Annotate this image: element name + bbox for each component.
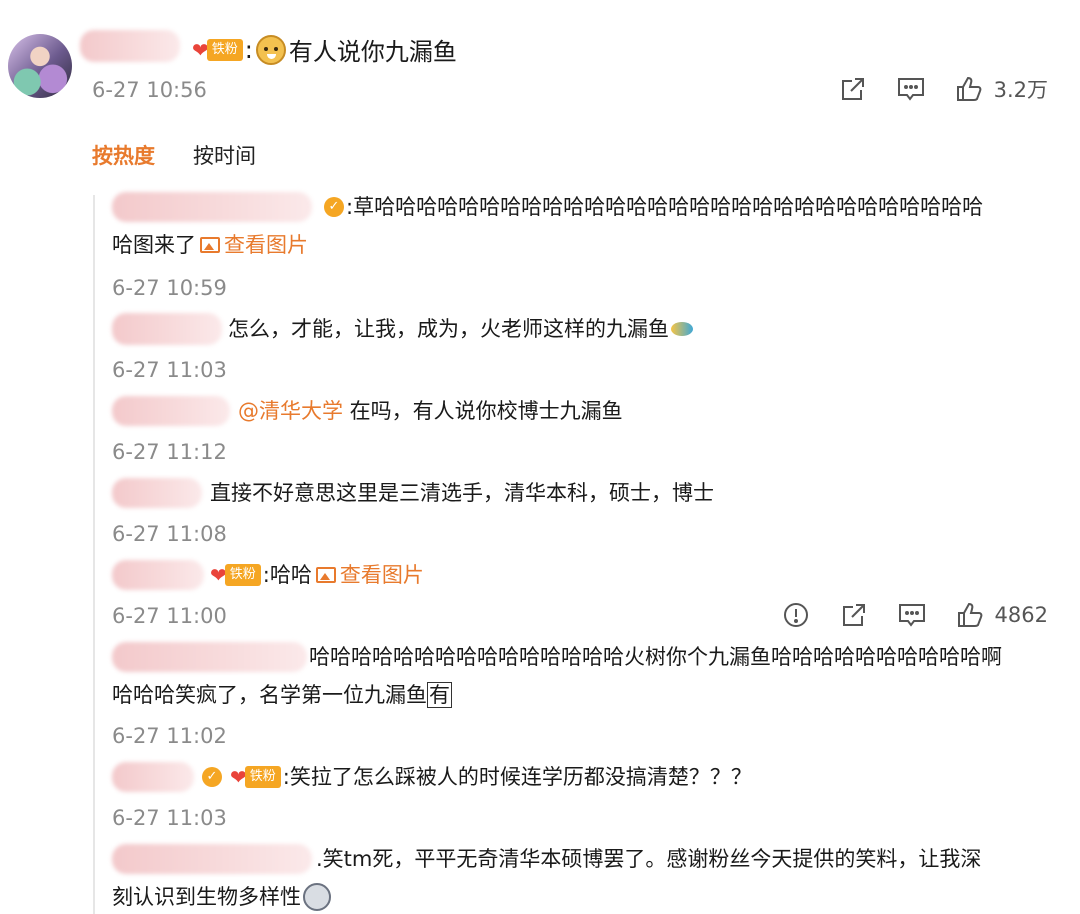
verified-icon: ✓ (324, 197, 344, 217)
reply-item: .笑tm死，平平无奇清华本硕博罢了。感谢粉丝今天提供的笑料，让我深 刻认识到生物… (112, 840, 1047, 914)
report-icon[interactable] (781, 600, 811, 630)
username-redacted[interactable] (112, 642, 307, 672)
comment-time: 6-27 10:56 (92, 78, 207, 102)
reply-text: :草哈哈哈哈哈哈哈哈哈哈哈哈哈哈哈哈哈哈哈哈哈哈哈哈哈哈哈哈哈 (346, 195, 984, 219)
reply-time: 6-27 11:08 (112, 522, 227, 546)
reply-text: :哈哈 (262, 563, 312, 587)
reply-thread-line (93, 195, 95, 914)
mention-link[interactable]: @清华大学 (238, 392, 343, 430)
tab-sort-time[interactable]: 按时间 (193, 140, 256, 170)
reply-text: 哈哈哈笑疯了，名学第一位九漏鱼 (112, 683, 427, 707)
reply-text: 哈哈哈哈哈哈哈哈哈哈哈哈哈哈哈火树你个九漏鱼哈哈哈哈哈哈哈哈哈哈啊 (309, 645, 1002, 669)
top-comment: ❤ 铁粉 : 有人说你九漏鱼 (192, 32, 457, 67)
username-redacted[interactable] (112, 560, 204, 590)
username-redacted[interactable] (112, 478, 202, 508)
sort-tabs: 按热度 按时间 (92, 140, 256, 170)
view-image-link[interactable]: 查看图片 (340, 556, 424, 594)
reply-item: ✓ ❤ 铁粉 :笑拉了怎么踩被人的时候连学历都没搞清楚？？？ (112, 758, 1047, 796)
like-count: 4862 (994, 603, 1048, 627)
reply-item: 怎么，才能，让我，成为，火老师这样的九漏鱼 (112, 310, 1047, 348)
fan-badge: ❤ 铁粉 (230, 765, 281, 789)
reply-time: 6-27 11:00 (112, 604, 227, 628)
fan-badge-label: 铁粉 (244, 766, 281, 788)
username-redacted[interactable] (112, 396, 230, 426)
reply-time: 6-27 10:59 (112, 276, 227, 300)
username-redacted[interactable] (112, 844, 312, 874)
fan-badge-label: 铁粉 (206, 38, 243, 61)
husky-emoji-icon (303, 883, 331, 911)
reply-text: .笑tm死，平平无奇清华本硕博罢了。感谢粉丝今天提供的笑料，让我深 (316, 847, 982, 871)
reply-text: 直接不好意思这里是三清选手，清华本科，硕士，博士 (210, 481, 714, 505)
reply-text: 哈图来了 (112, 233, 196, 257)
reply-item: ❤ 铁粉 :哈哈 查看图片 (112, 556, 1047, 594)
username-redacted[interactable] (112, 313, 222, 345)
fan-badge: ❤ 铁粉 (192, 38, 243, 62)
fan-badge-label: 铁粉 (224, 564, 261, 586)
image-icon (315, 567, 336, 583)
reply-time: 6-27 11:12 (112, 440, 227, 464)
verified-icon: ✓ (202, 767, 222, 787)
reply-text: 在吗，有人说你校博士九漏鱼 (343, 399, 623, 423)
comment-icon[interactable] (897, 600, 927, 630)
view-image-link[interactable]: 查看图片 (224, 226, 308, 264)
reply-time: 6-27 11:02 (112, 724, 227, 748)
like-count: 3.2万 (993, 78, 1048, 102)
reply-item: @清华大学 在吗，有人说你校博士九漏鱼 (112, 392, 1047, 430)
share-icon[interactable] (838, 74, 868, 104)
reply-item: ✓ :草哈哈哈哈哈哈哈哈哈哈哈哈哈哈哈哈哈哈哈哈哈哈哈哈哈哈哈哈哈 哈图来了 查… (112, 188, 1047, 264)
reply-text: :笑拉了怎么踩被人的时候连学历都没搞清楚？？？ (282, 765, 752, 789)
top-comment-text: 有人说你九漏鱼 (288, 38, 457, 66)
image-icon (200, 237, 220, 253)
reply-text: 怎么，才能，让我，成为，火老师这样的九漏鱼 (228, 317, 669, 341)
fan-badge: ❤ 铁粉 (210, 563, 261, 587)
fish-emoji-icon (671, 322, 693, 336)
reply-item: 直接不好意思这里是三清选手，清华本科，硕士，博士 (112, 474, 1047, 512)
username-redacted[interactable] (80, 30, 180, 62)
reply-text: 刻认识到生物多样性 (112, 885, 301, 909)
avatar[interactable] (8, 34, 72, 98)
share-icon[interactable] (839, 600, 869, 630)
tab-sort-hot[interactable]: 按热度 (92, 140, 155, 170)
reply-item: 哈哈哈哈哈哈哈哈哈哈哈哈哈哈哈火树你个九漏鱼哈哈哈哈哈哈哈哈哈哈啊 哈哈哈笑疯了… (112, 638, 1047, 714)
reply-time: 6-27 11:03 (112, 358, 227, 382)
username-redacted[interactable] (112, 192, 312, 222)
top-comment-actions: 3.2万 (838, 74, 1048, 104)
doge-emoji-icon (255, 34, 286, 65)
reply-time: 6-27 11:03 (112, 806, 227, 830)
comment-icon[interactable] (896, 74, 926, 104)
like-icon[interactable] (954, 74, 984, 104)
boxed-char-emoji: 有 (427, 682, 452, 708)
username-redacted[interactable] (112, 762, 194, 792)
reply-actions: 4862 (781, 600, 1048, 630)
like-icon[interactable] (955, 600, 985, 630)
